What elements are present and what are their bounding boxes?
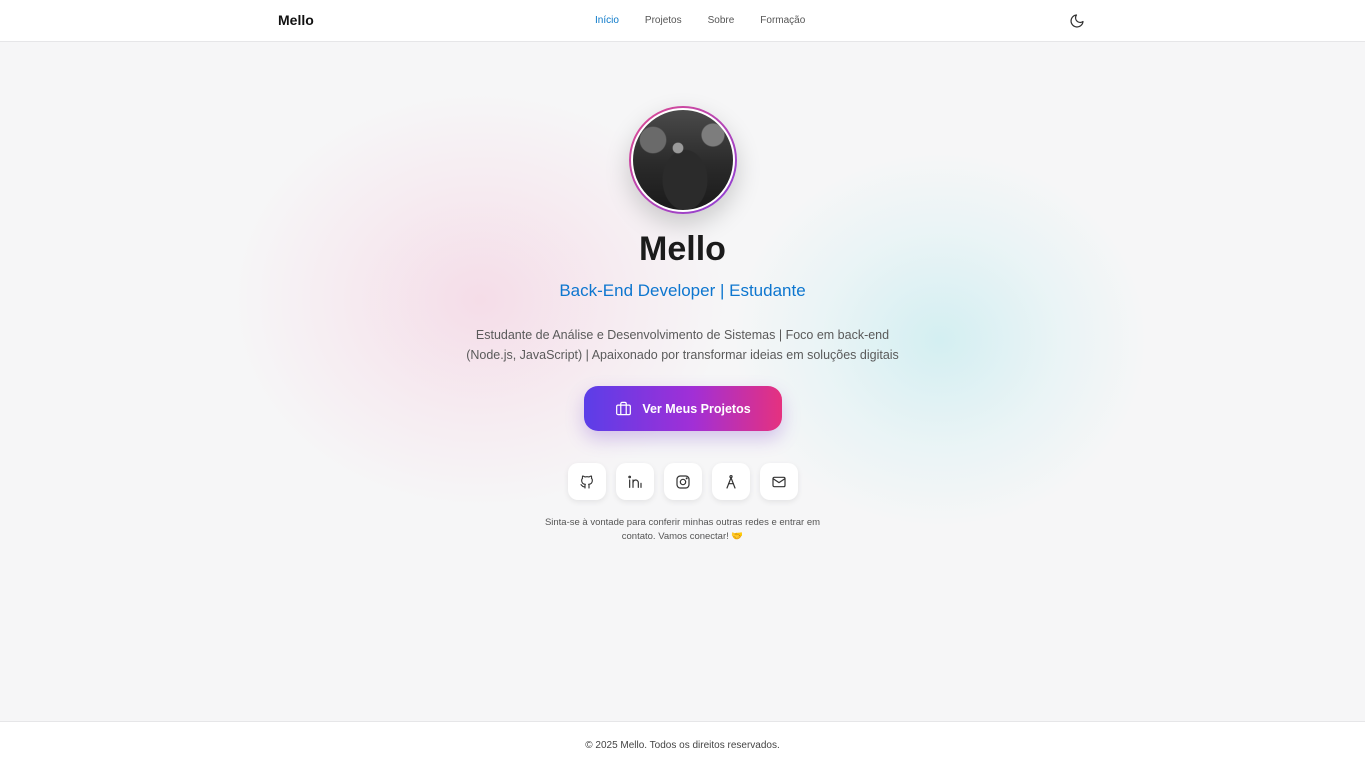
profile-description: Estudante de Análise e Desenvolvimento d…	[466, 328, 899, 362]
compass-link[interactable]	[712, 463, 750, 500]
main-nav: Início Projetos Sobre Formação	[595, 15, 831, 26]
instagram-icon	[676, 474, 690, 489]
nav-item-formacao[interactable]: Formação	[760, 15, 805, 26]
github-link[interactable]	[568, 463, 606, 500]
site-footer: © 2025 Mello. Todos os direitos reservad…	[0, 721, 1365, 766]
linkedin-icon	[628, 475, 642, 488]
nav-item-sobre[interactable]: Sobre	[708, 15, 735, 26]
theme-toggle-button[interactable]	[1069, 13, 1085, 29]
github-icon	[580, 474, 593, 489]
avatar-frame	[629, 106, 737, 214]
instagram-link[interactable]	[664, 463, 702, 500]
nav-item-projetos[interactable]: Projetos	[645, 15, 682, 26]
view-projects-button[interactable]: Ver Meus Projetos	[584, 386, 782, 431]
nav-item-inicio[interactable]: Início	[595, 15, 619, 26]
email-link[interactable]	[760, 463, 798, 500]
moon-icon	[1070, 14, 1084, 28]
profile-name: Mello	[639, 230, 726, 268]
top-navbar: Mello Início Projetos Sobre Formação	[0, 0, 1365, 42]
linkedin-link[interactable]	[616, 463, 654, 500]
copyright-text: © 2025 Mello. Todos os direitos reservad…	[585, 740, 780, 751]
profile-role: Back-End Developer | Estudante	[559, 281, 806, 300]
briefcase-icon	[616, 401, 632, 416]
view-projects-label: Ver Meus Projetos	[642, 401, 751, 416]
social-links	[568, 463, 798, 500]
compass-icon	[726, 474, 736, 489]
connect-message: Sinta-se à vontade para conferir minhas …	[544, 517, 821, 542]
mail-icon	[772, 476, 786, 487]
brand-logo[interactable]: Mello	[278, 12, 314, 28]
avatar	[631, 108, 735, 212]
